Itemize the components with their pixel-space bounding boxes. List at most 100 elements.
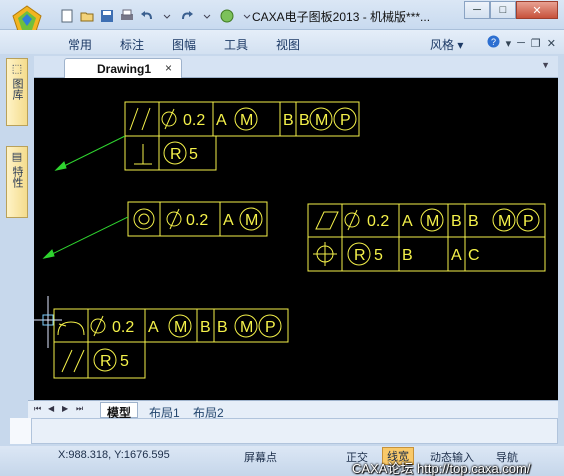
next-tab-icon[interactable]: ▶ (62, 404, 68, 413)
properties-tab[interactable]: ▤ 特性 (6, 146, 28, 218)
tab-drawing1-label: Drawing1 (97, 62, 152, 76)
fcf4-r-val: 5 (120, 353, 129, 370)
fcf1-r-val: 5 (189, 146, 198, 163)
fcf1-m: M (240, 112, 253, 129)
globe-icon[interactable] (218, 8, 235, 25)
fcf1-r: R (170, 146, 182, 163)
fcf3-b1: B (451, 213, 462, 230)
new-icon[interactable] (58, 8, 75, 25)
fcf3-b3: B (402, 247, 413, 264)
cursor-coordinates: X:988.318, Y:1676.595 (58, 449, 170, 461)
fcf4-tol: 0.2 (112, 319, 134, 336)
fcf3-datum-a: A (402, 213, 413, 230)
fcf3-r-val: 5 (374, 247, 383, 264)
prev-tab-icon[interactable]: ◀ (48, 404, 54, 413)
document-tab-bar: Drawing1 × ▼ (34, 56, 558, 78)
fcf4-m: M (174, 319, 187, 336)
parallelism2-icon (61, 349, 85, 373)
fcf1-b2: B (299, 112, 310, 129)
flatness-icon (315, 211, 339, 230)
menu-bar: 常用 标注 图幅 工具 视图 风格 ▾ ? ▾ ─ ❐ ✕ (0, 30, 564, 54)
fcf2-datum-a: A (223, 212, 234, 229)
doc-close-icon[interactable]: ✕ (547, 37, 556, 50)
fcf3-b2: B (468, 213, 479, 230)
redo-icon[interactable] (178, 8, 195, 25)
fcf1-tol: 0.2 (183, 112, 205, 129)
doc-minimize-icon[interactable]: ─ (517, 37, 525, 49)
perpendicularity-icon (134, 144, 152, 165)
fcf1-datum-a: A (216, 112, 227, 129)
left-panel: ⬚ 图库 ▤ 特性 (6, 58, 30, 458)
fcf3-a: A (451, 247, 462, 264)
watermark: CAXA论坛 http://top.caxa.com/ (352, 461, 531, 476)
concentricity-icon (133, 208, 155, 230)
style-menu[interactable]: 风格 ▾ (430, 36, 463, 53)
undo-dropdown-icon[interactable] (158, 8, 175, 25)
fcf2-tol: 0.2 (186, 212, 208, 229)
fcf3-m: M (426, 213, 439, 230)
library-icon: ⬚ (11, 63, 23, 75)
fcf4-p: P (265, 319, 276, 336)
title-bar: CAXA电子图板2013 - 机械版***... ─ □ ✕ (0, 0, 564, 35)
library-tab[interactable]: ⬚ 图库 (6, 58, 28, 126)
command-icon (10, 418, 32, 444)
fcf3-p: P (523, 213, 534, 230)
fcf4-datum-a: A (148, 319, 159, 336)
open-icon[interactable] (78, 8, 95, 25)
fcf-profile[interactable]: 0.2 A M B B M P R 5 (53, 308, 289, 379)
screen-point-toggle[interactable]: 屏幕点 (244, 449, 277, 465)
fcf3-tol: 0.2 (367, 213, 389, 230)
tab-list-dropdown-icon[interactable]: ▼ (541, 60, 550, 70)
layout-tab-bar: ⏮ ◀ ▶ ⏭ 模型 布局1 布局2 (28, 400, 558, 420)
redo-dropdown-icon[interactable] (198, 8, 215, 25)
fcf-flatness[interactable]: 0.2 A M B B M P R 5 B A C (307, 203, 546, 272)
first-tab-icon[interactable]: ⏮ (34, 404, 41, 414)
maximize-button[interactable]: □ (490, 1, 516, 19)
save-icon[interactable] (98, 8, 115, 25)
fcf4-m2: M (240, 319, 253, 336)
menu-tools[interactable]: 工具 (224, 36, 248, 53)
tab-drawing1[interactable]: Drawing1 × (64, 58, 182, 78)
properties-tab-label: 特性 (11, 166, 23, 188)
close-button[interactable]: ✕ (516, 1, 558, 19)
tab-layout1[interactable]: 布局1 (142, 402, 187, 420)
fcf3-r: R (354, 247, 366, 264)
library-tab-label: 图库 (11, 78, 23, 100)
quick-access-toolbar (58, 7, 255, 25)
menu-right-controls: ? ▾ ─ ❐ ✕ (487, 35, 556, 51)
svg-text:?: ? (491, 37, 496, 47)
menu-dimension[interactable]: 标注 (120, 36, 144, 53)
fcf2-m: M (245, 212, 258, 229)
minimize-button[interactable]: ─ (464, 1, 490, 19)
profile-icon (57, 321, 85, 336)
properties-icon: ▤ (11, 151, 23, 163)
tab-close-icon[interactable]: × (165, 61, 172, 75)
last-tab-icon[interactable]: ⏭ (76, 404, 83, 414)
help-dropdown-icon[interactable]: ▾ (506, 37, 512, 50)
tab-model[interactable]: 模型 (100, 402, 139, 420)
undo-icon[interactable] (138, 8, 155, 25)
fcf-concentricity[interactable]: 0.2 A M (42, 201, 268, 259)
drawing-canvas[interactable]: 0.2 A M B B M P R 5 0.2 A M 0.2 A M B B … (34, 78, 558, 400)
window-title: CAXA电子图板2013 - 机械版***... (252, 10, 431, 24)
menu-frame[interactable]: 图幅 (172, 36, 196, 53)
help-icon[interactable]: ? (487, 35, 500, 51)
menu-view[interactable]: 视图 (276, 36, 300, 53)
crosshair-cursor (34, 296, 62, 348)
command-line[interactable] (10, 418, 558, 444)
fcf-parallelism[interactable]: 0.2 A M B B M P R 5 (54, 101, 360, 171)
fcf4-b1: B (200, 319, 211, 336)
fcf1-b1: B (283, 112, 294, 129)
print-icon[interactable] (118, 8, 135, 25)
style-menu-label: 风格 (430, 38, 455, 52)
menu-common[interactable]: 常用 (68, 36, 92, 53)
fcf4-r: R (100, 353, 112, 370)
parallelism-icon (129, 107, 151, 131)
tab-layout2[interactable]: 布局2 (186, 402, 231, 420)
fcf1-p: P (340, 112, 351, 129)
doc-restore-icon[interactable]: ❐ (531, 37, 541, 50)
fcf3-c: C (468, 247, 480, 264)
window-controls: ─ □ ✕ (464, 1, 558, 19)
fcf3-m2: M (498, 213, 511, 230)
fcf4-b2: B (217, 319, 228, 336)
